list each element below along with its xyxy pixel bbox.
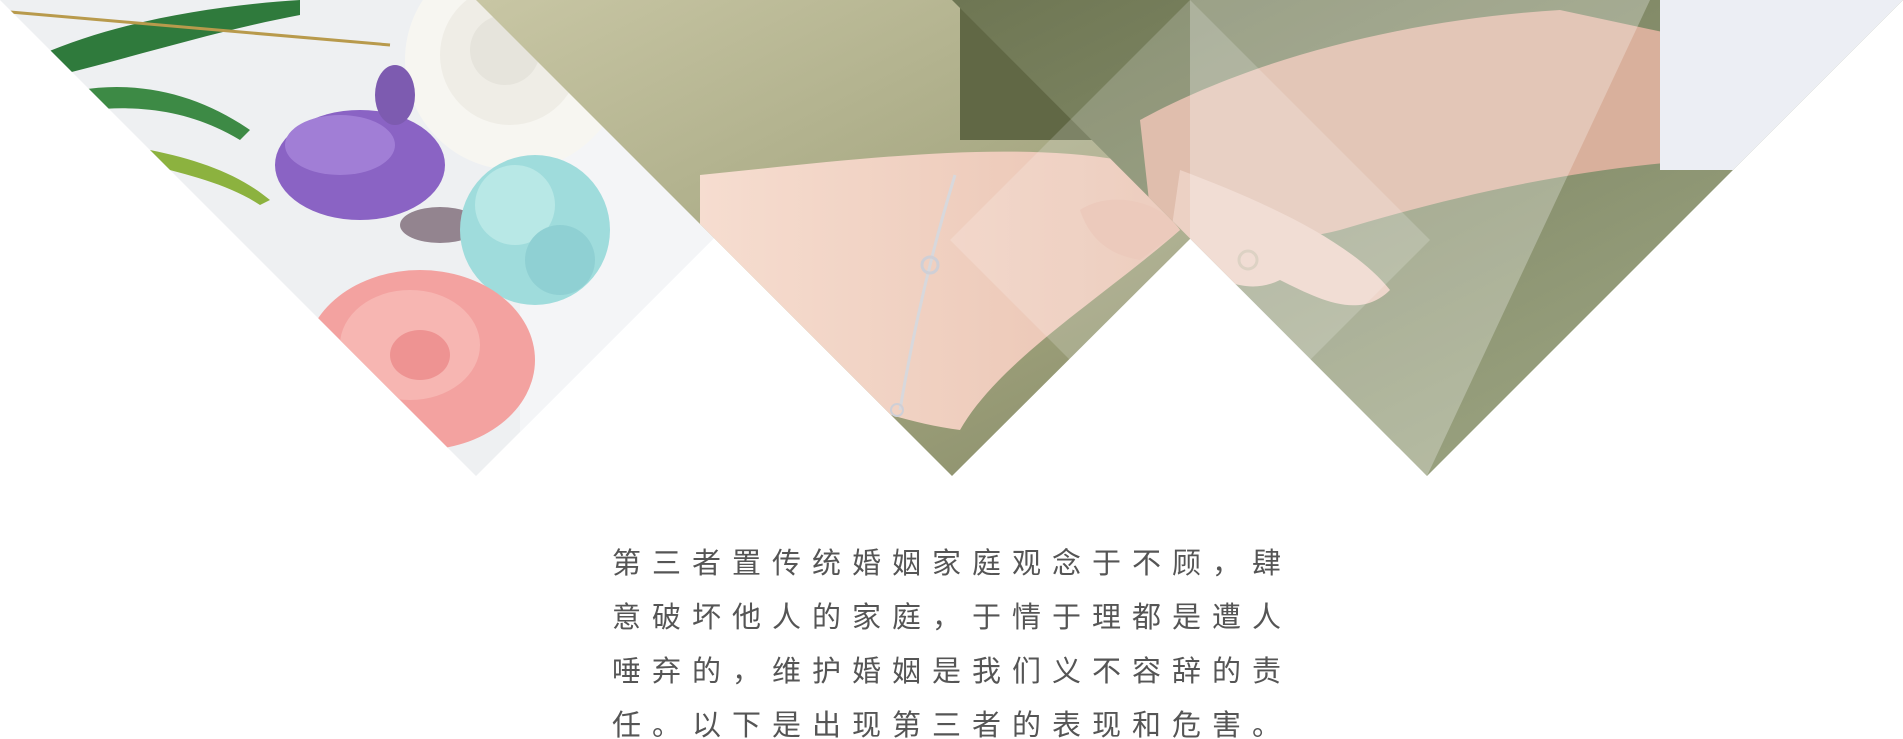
intro-line: 任。以下是出现第三者的表现和危害。 <box>612 708 1293 739</box>
intro-line: 意破坏他人的家庭，于情于理都是遭人 <box>612 600 1293 634</box>
intro-paragraph: 第三者置传统婚姻家庭观念于不顾，肆 意破坏他人的家庭，于情于理都是遭人 唾弃的，… <box>612 536 1292 739</box>
intro-line: 唾弃的，维护婚姻是我们义不容辞的责 <box>612 654 1293 688</box>
hero-banner <box>0 0 1903 480</box>
intro-line: 第三者置传统婚姻家庭观念于不顾，肆 <box>612 546 1293 580</box>
